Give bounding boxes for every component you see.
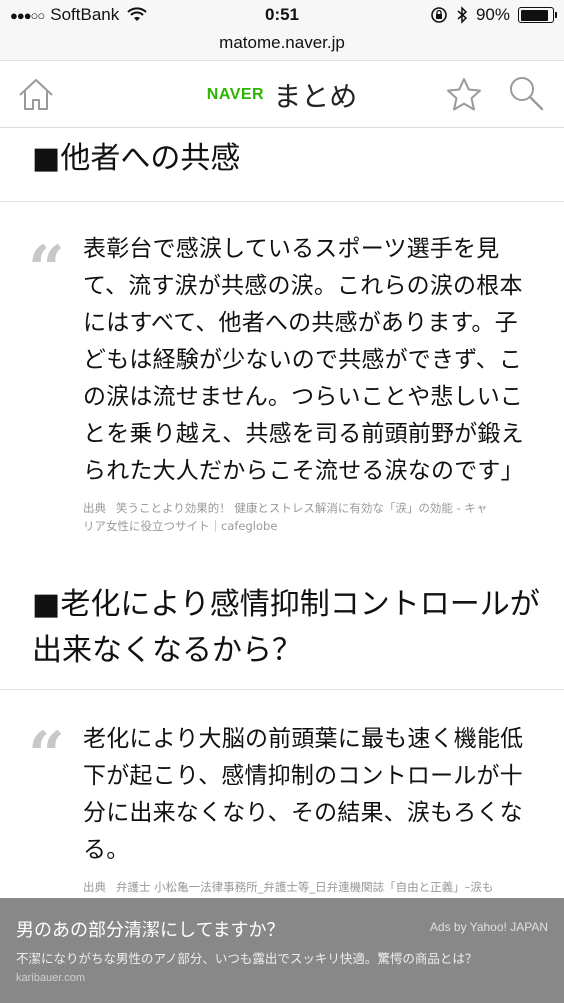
battery-icon [518, 7, 557, 23]
battery-fill [520, 9, 549, 21]
source-citation[interactable]: 出典 笑うことより効果的！ 健康とストレス解消に有効な「涙」の効能 - キャ リア… [83, 499, 533, 535]
quote-line: 分に出来なくなり、その結果、涙もろくな [83, 800, 523, 826]
url-bar[interactable]: matome.naver.jp [0, 30, 564, 60]
search-icon[interactable] [506, 73, 546, 113]
source-citation[interactable]: 出典 弁護士 小松亀一法律事務所_弁護士等_日弁連機関誌「自由と正義」–涙も [83, 878, 533, 896]
quote-line: にはすべて、他者への共感があります。子 [83, 310, 518, 336]
source-link[interactable]: 弁護士 小松亀一法律事務所_弁護士等_日弁連機関誌「自由と正義」–涙も [116, 880, 493, 894]
section-heading: ■他者への共感 [32, 141, 241, 176]
orientation-lock-icon [431, 7, 447, 23]
ad-domain: karibauer.com [16, 972, 86, 984]
app-header: NAVER まとめ [0, 60, 564, 128]
quote-line: 表彰台で感涙しているスポーツ選手を見 [83, 236, 500, 262]
quote-icon: “ [28, 232, 65, 307]
source-label: 出典 [83, 501, 106, 515]
divider [0, 689, 564, 690]
quote-icon: “ [28, 718, 65, 793]
quote-line: て、流す涙が共感の涙。これらの涙の根本 [83, 273, 523, 299]
quote-line: とを乗り越え、共感を司る前頭前野が鍛え [83, 421, 524, 447]
heading-line: ■老化により感情抑制コントロールが [32, 587, 540, 622]
ad-provider[interactable]: Ads by Yahoo! JAPAN [430, 920, 548, 934]
quote-text: 老化により大脳の前頭葉に最も速く機能低 下が起こり、感情抑制のコントロールが十 … [83, 721, 531, 869]
source-label: 出典 [83, 880, 106, 894]
status-bar: ●●●○○ SoftBank 0:51 90% [0, 0, 564, 30]
section-heading: ■老化により感情抑制コントロールが 出来なくなるから？ [0, 582, 560, 674]
star-icon[interactable] [444, 75, 484, 115]
ad-banner[interactable]: 男のあの部分清潔にしてますか？ Ads by Yahoo! JAPAN 不潔にな… [0, 898, 564, 1003]
quote-line: の涙は流せません。つらいことや悲しいこ [83, 384, 524, 410]
quote-line: 老化により大脳の前頭葉に最も速く機能低 [83, 726, 524, 752]
quote-line: る。 [83, 837, 130, 863]
quote-line: られた大人だからこそ流せる涙なのです」 [83, 458, 524, 484]
source-link-cont[interactable]: リア女性に役立つサイト｜cafeglobe [83, 517, 533, 535]
battery-percent: 90% [475, 5, 510, 24]
article-content[interactable]: ■他者への共感 “ 表彰台で感涙しているスポーツ選手を見 て、流す涙が共感の涙。… [0, 128, 564, 1003]
logo-brand: NAVER [206, 86, 265, 103]
bluetooth-icon [457, 6, 468, 24]
heading-line: 出来なくなるから？ [32, 633, 302, 668]
quote-line: 下が起こり、感情抑制のコントロールが十 [83, 763, 523, 789]
logo-title: まとめ [273, 80, 358, 113]
ad-description[interactable]: 不潔になりがちな男性のアノ部分、いつも露出でスッキリ快適。驚愕の商品とは？ [16, 948, 477, 967]
quote-line: どもは経験が少ないので共感ができず、こ [83, 347, 523, 373]
source-link[interactable]: 笑うことより効果的！ 健康とストレス解消に有効な「涙」の効能 - キャ [116, 501, 487, 515]
divider [0, 201, 564, 202]
quote-text: 表彰台で感涙しているスポーツ選手を見 て、流す涙が共感の涙。これらの涙の根本 に… [83, 231, 531, 490]
ad-title[interactable]: 男のあの部分清潔にしてますか？ [16, 916, 285, 942]
status-right: 90% [430, 5, 557, 25]
